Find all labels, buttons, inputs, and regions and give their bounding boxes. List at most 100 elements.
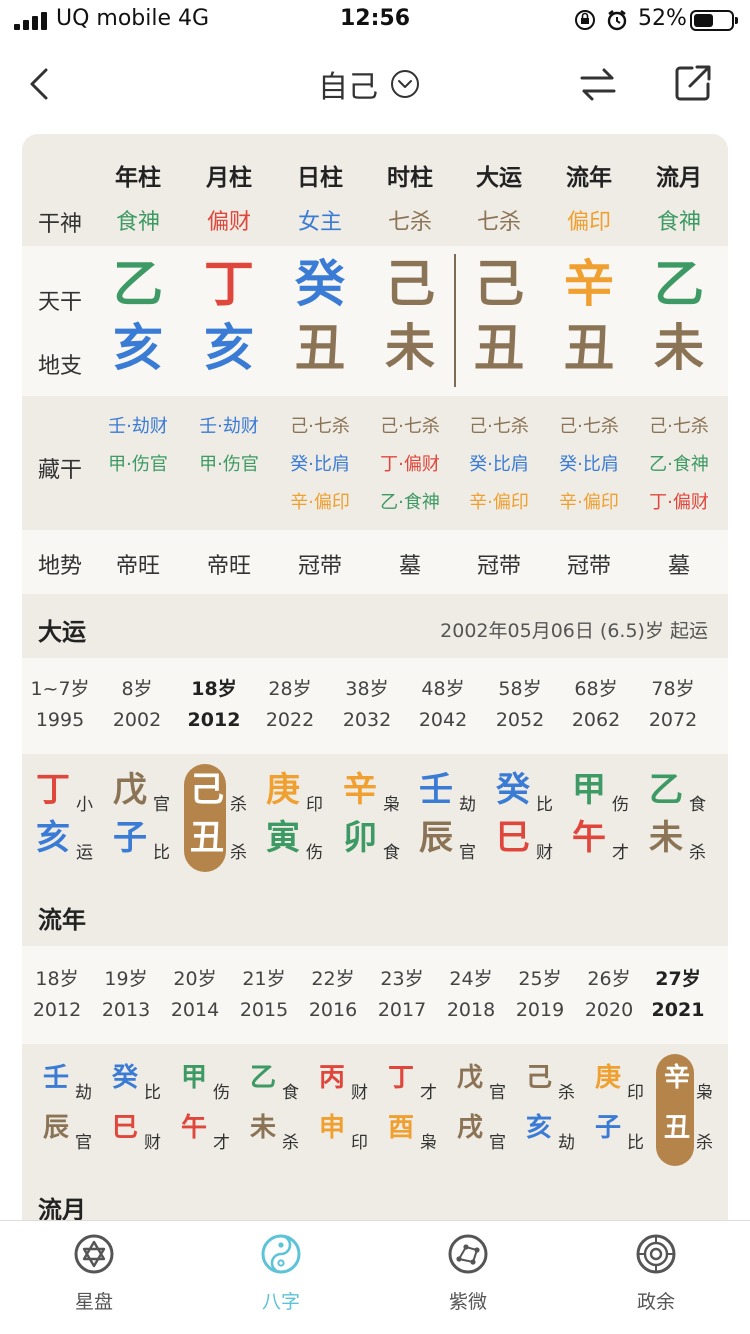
liunian-gan: 丙: [319, 1063, 346, 1093]
dayun-pillar[interactable]: 癸比巳财: [482, 766, 558, 876]
liunian-column[interactable]: 21岁 2015: [230, 964, 298, 1030]
dayun-gan-shishen: 杀: [230, 795, 247, 815]
swap-arrows-icon[interactable]: [578, 64, 618, 104]
battery-icon: [690, 10, 738, 31]
liunian-title: 流年: [38, 906, 86, 934]
liunian-zhi: 戌: [457, 1113, 484, 1143]
tab-ziwei[interactable]: 紫微: [408, 1233, 528, 1314]
liunian-column[interactable]: 23岁 2017: [368, 964, 436, 1030]
status-bar: UQ mobile 4G 12:56 52%: [0, 0, 750, 42]
dayun-pillar[interactable]: 壬劫辰官: [405, 766, 481, 876]
liunian-pillar[interactable]: 癸比巳财: [100, 1058, 168, 1168]
dayun-column[interactable]: 28岁 2022: [250, 674, 330, 740]
liunian-column[interactable]: 22岁 2016: [299, 964, 367, 1030]
liunian-ages-section: 18岁 2012 19岁 2013 20岁 2014 21岁 2015 22岁 2016 23岁 20…: [22, 946, 728, 1044]
dizhi-char: 未: [385, 319, 435, 377]
dayun-gan: 庚: [266, 770, 300, 810]
liunian-pillar[interactable]: 己杀亥劫: [514, 1058, 582, 1168]
dayun-gan: 辛: [343, 770, 377, 810]
dishi-cell: 冠带: [566, 554, 611, 579]
canggan-entry: 己·七杀: [649, 416, 709, 437]
dayun-pillar[interactable]: 庚印寅伤: [252, 766, 328, 876]
dayun-start-info: 2002年05月06日 (6.5)岁 起运: [440, 620, 708, 642]
profile-selector[interactable]: 自己: [318, 62, 420, 106]
liunian-column[interactable]: 27岁 2021: [644, 964, 712, 1030]
tab-xingpan[interactable]: 星盘: [34, 1233, 154, 1314]
constellation-icon: [448, 1234, 488, 1274]
liunian-pillar[interactable]: 戊官戌官: [445, 1058, 513, 1168]
canggan-entry: 癸·比肩: [469, 454, 529, 475]
canggan-entry: 癸·比肩: [559, 454, 619, 475]
pillar-header: 大运: [476, 165, 522, 191]
liunian-pillar[interactable]: 丁才酉枭: [376, 1058, 444, 1168]
dayun-zhi-shishen: 杀: [230, 843, 247, 863]
tiangan-char: 己: [385, 255, 435, 313]
dishi-section: 地势 帝旺 帝旺 冠带 墓 冠带 冠带 墓: [22, 530, 728, 594]
dayun-column[interactable]: 8岁 2002: [97, 674, 177, 740]
dayun-column[interactable]: 38岁 2032: [327, 674, 407, 740]
tiangan-char: 丁: [204, 255, 254, 313]
dayun-header: 大运 2002年05月06日 (6.5)岁 起运: [22, 594, 728, 658]
canggan-entry: 乙·食神: [649, 454, 709, 475]
liunian-zhi: 亥: [526, 1113, 553, 1143]
liunian-column[interactable]: 19岁 2013: [92, 964, 160, 1030]
liunian-gan: 壬: [43, 1063, 70, 1093]
canggan-entry: 己·七杀: [290, 416, 350, 437]
liunian-zhi-shishen: 杀: [282, 1133, 299, 1153]
dishi-cell: 冠带: [297, 554, 342, 579]
liunian-column[interactable]: 18岁 2012: [23, 964, 91, 1030]
liunian-pillar[interactable]: 庚印子比: [583, 1058, 651, 1168]
liunian-zhi-shishen: 官: [489, 1133, 506, 1153]
liunian-zhi-shishen: 官: [75, 1133, 92, 1153]
pillar-header: 月柱: [206, 165, 252, 191]
tab-bazi[interactable]: 八字: [221, 1233, 341, 1314]
dayun-zhi-shishen: 才: [612, 843, 629, 863]
liunian-zhi-shishen: 劫: [558, 1133, 575, 1153]
liunian-pillar[interactable]: 丙财申印: [307, 1058, 375, 1168]
tiangan-char: 己: [474, 255, 524, 313]
dayun-column[interactable]: 78岁 2072: [633, 674, 713, 740]
liunian-gan-shishen: 杀: [558, 1083, 575, 1103]
liunian-pillar[interactable]: 甲伤午才: [169, 1058, 237, 1168]
dayun-column[interactable]: 68岁 2062: [556, 674, 636, 740]
dayun-age: 78岁: [651, 678, 695, 700]
liunian-gan: 戊: [457, 1063, 484, 1093]
dayun-pillar[interactable]: 己杀丑杀: [176, 764, 252, 876]
liunian-pillar[interactable]: 辛枭丑杀: [652, 1054, 720, 1168]
liunian-zhi: 巳: [112, 1113, 139, 1143]
chevron-left-icon[interactable]: [22, 64, 62, 104]
liunian-pillar[interactable]: 壬劫辰官: [31, 1058, 99, 1168]
dayun-column[interactable]: 1~7岁 1995: [22, 674, 100, 740]
shishen-cell: 食神: [115, 210, 160, 235]
liunian-gan-shishen: 伤: [213, 1083, 230, 1103]
dayun-column[interactable]: 58岁 2052: [480, 674, 560, 740]
dayun-pillars-section: 丁小亥运戊官子比己杀丑杀庚印寅伤辛枭卯食壬劫辰官癸比巳财甲伤午才乙食未杀: [22, 754, 728, 880]
liunian-zhi: 丑: [664, 1113, 691, 1143]
dayun-pillar[interactable]: 甲伤午才: [558, 766, 634, 876]
pillar-header: 流月: [656, 165, 702, 191]
dayun-pillar[interactable]: 乙食未杀: [635, 766, 711, 876]
tab-zhengyu[interactable]: 政余: [596, 1233, 716, 1314]
chevron-down-circle-icon: [391, 70, 419, 98]
dayun-column[interactable]: 18岁 2012: [174, 674, 254, 740]
dayun-column[interactable]: 48岁 2042: [403, 674, 483, 740]
liunian-column[interactable]: 26岁 2020: [575, 964, 643, 1030]
liunian-column[interactable]: 24岁 2018: [437, 964, 505, 1030]
share-icon[interactable]: [672, 62, 714, 104]
tiangan-char: 乙: [654, 255, 704, 313]
liunian-gan: 辛: [664, 1063, 691, 1093]
liunian-year: 2015: [239, 999, 289, 1021]
dayun-gan: 壬: [419, 770, 453, 810]
liunian-column[interactable]: 25岁 2019: [506, 964, 574, 1030]
liunian-column[interactable]: 20岁 2014: [161, 964, 229, 1030]
pillar-divider: [454, 254, 456, 387]
dayun-pillar[interactable]: 戊官子比: [99, 766, 175, 876]
tab-label: 政余: [636, 1291, 675, 1313]
dayun-pillar[interactable]: 辛枭卯食: [329, 766, 405, 876]
dayun-gan: 甲: [572, 770, 606, 810]
liunian-pillar[interactable]: 乙食未杀: [238, 1058, 306, 1168]
dizhi-char: 丑: [474, 319, 524, 377]
dayun-gan-shishen: 小: [76, 795, 93, 815]
battery-percent: 52%: [638, 6, 687, 31]
dayun-pillar[interactable]: 丁小亥运: [22, 766, 98, 876]
